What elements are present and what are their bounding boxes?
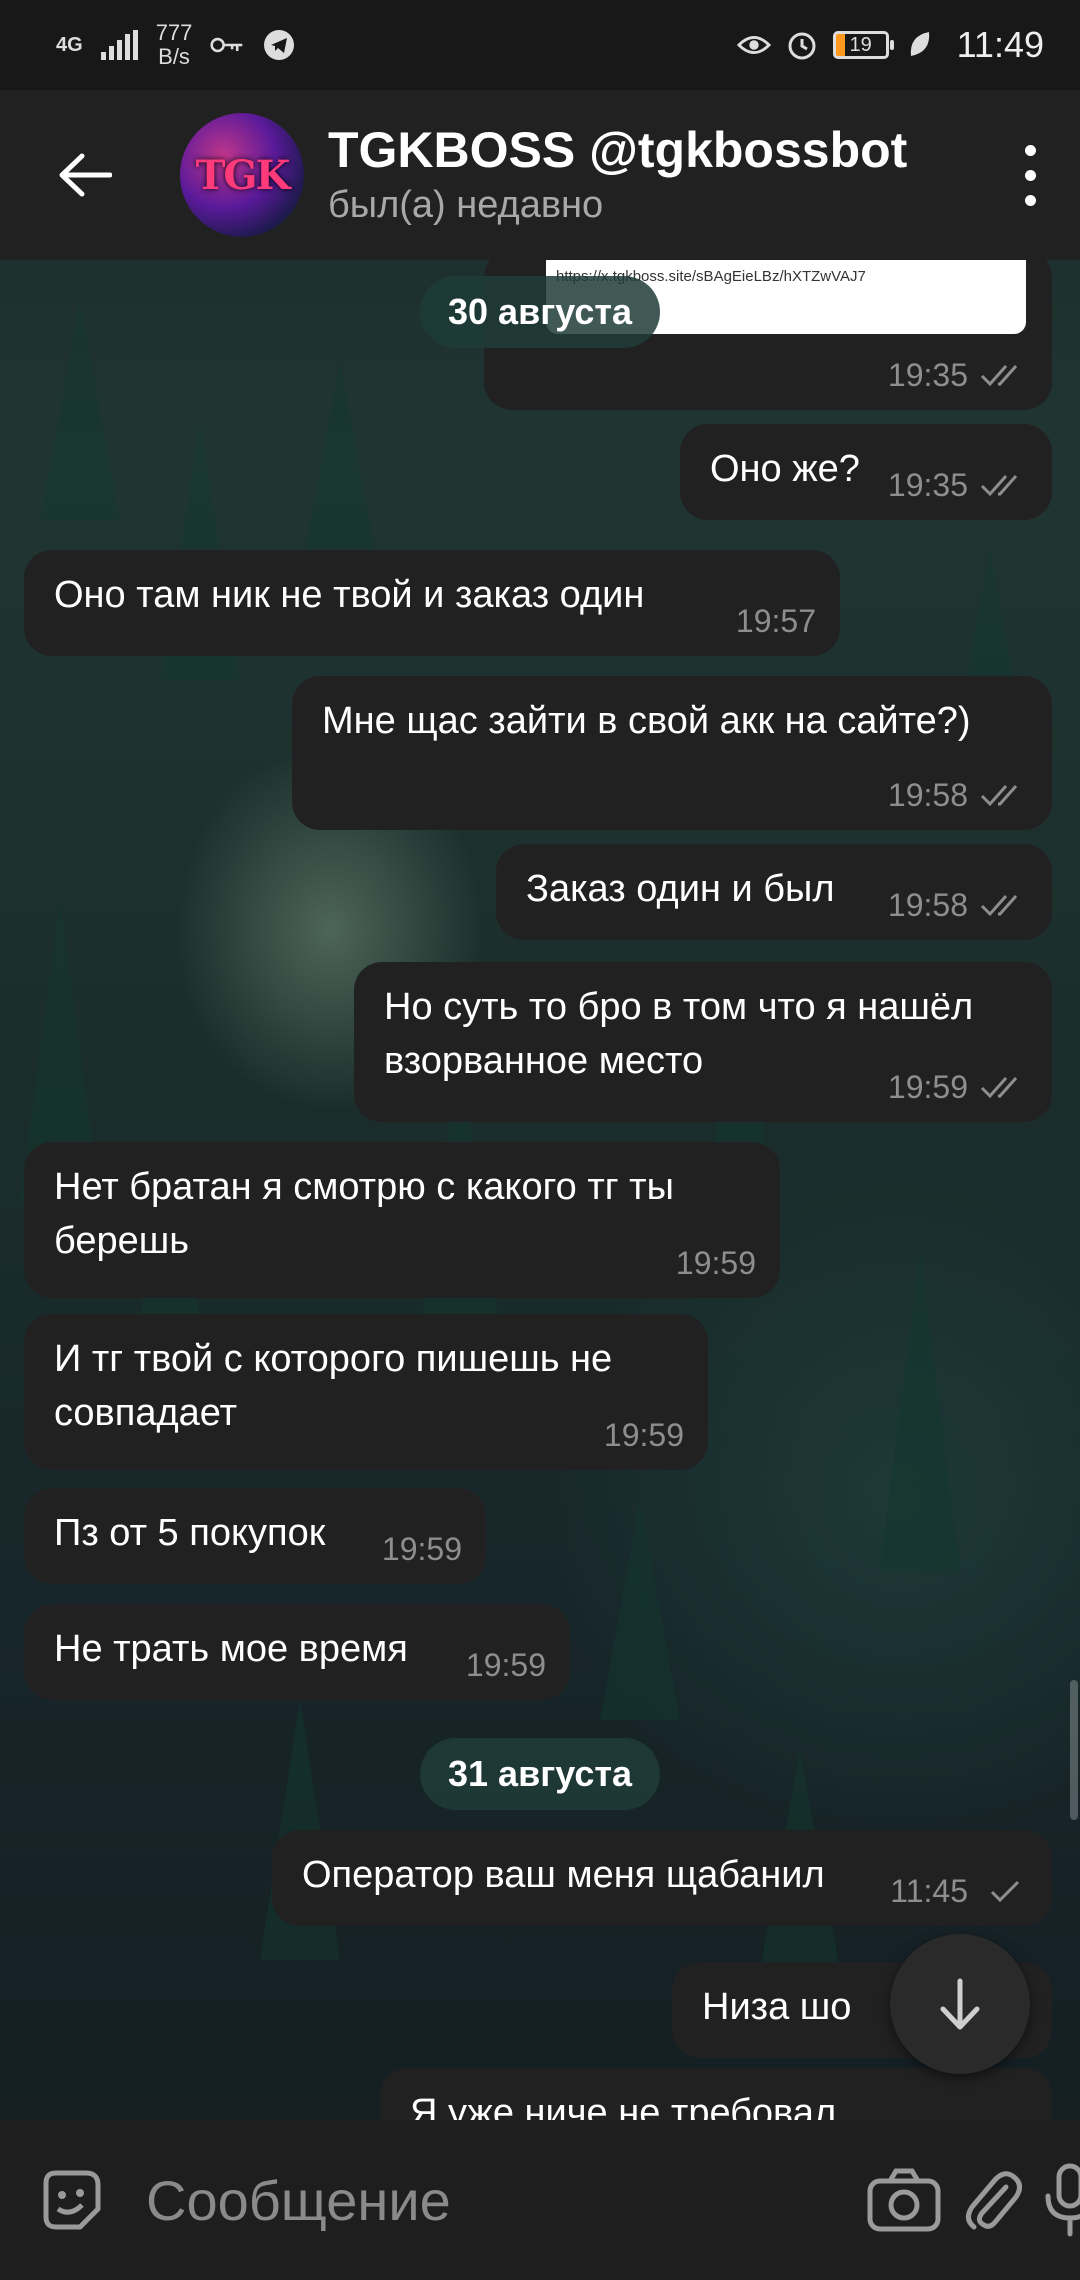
voice-record-button[interactable] (1042, 2155, 1080, 2245)
chat-info[interactable]: TGKBOSS @tgkbossbot был(а) недавно (328, 120, 907, 230)
date-separator: 31 августа (420, 1738, 660, 1810)
dot-icon (1024, 144, 1036, 156)
message-meta: 19:59 (888, 1060, 1030, 1114)
message-time: 19:58 (887, 777, 968, 813)
message-meta: 19:59 (676, 1236, 756, 1290)
message-time: 19:59 (603, 1417, 684, 1453)
sticker-icon (43, 2170, 101, 2230)
message-text: Мне щас зайти в свой акк на сайте?) (322, 700, 971, 742)
double-check-icon (980, 895, 1018, 917)
double-check-icon (980, 475, 1018, 497)
eye-icon (736, 28, 771, 62)
avatar[interactable]: TGK (180, 113, 304, 237)
chat-header: TGK TGKBOSS @tgkbossbot был(а) недавно (0, 90, 1080, 260)
battery-icon: 19 (832, 31, 894, 59)
message-meta: 19:59 (382, 1522, 462, 1576)
message-bubble-in[interactable]: Оно там ник не твой и заказ один 19:57 (24, 550, 840, 656)
leaf-icon (903, 28, 937, 62)
scrollbar[interactable] (1070, 1680, 1078, 1820)
double-check-icon (980, 785, 1018, 807)
camera-icon (867, 2168, 941, 2232)
message-meta: 19:59 (466, 1638, 546, 1692)
paperclip-icon (966, 2171, 1022, 2230)
message-text: Низа шо (702, 1986, 852, 2028)
check-icon (990, 1880, 1020, 1903)
message-text: И тг твой с которого пишешь не совпадает (54, 1338, 613, 1434)
message-meta: 11:45 (890, 1864, 1030, 1918)
last-seen-status: был(а) недавно (328, 184, 604, 226)
message-time: 19:59 (465, 1647, 546, 1683)
telegram-icon (262, 28, 296, 62)
message-time: 19:59 (887, 1069, 968, 1105)
network-type: 4G (56, 34, 83, 56)
message-text: Пз от 5 покупок (54, 1512, 326, 1554)
clock: 11:49 (956, 24, 1044, 65)
message-input[interactable] (146, 2167, 866, 2233)
message-meta: 19:35 (888, 348, 1030, 402)
dot-icon (1024, 194, 1036, 206)
message-time: 11:45 (890, 1873, 968, 1909)
camera-button[interactable] (866, 2155, 942, 2245)
message-bubble-out[interactable]: Заказ один и был 19:58 (496, 844, 1052, 940)
avatar-logo: TGK (195, 151, 291, 199)
more-menu-button[interactable] (980, 90, 1080, 260)
chat-title: TGKBOSS @tgkbossbot (328, 122, 908, 178)
message-bubble-out[interactable]: Оно же? 19:35 (680, 424, 1052, 520)
double-check-icon (980, 1077, 1018, 1099)
message-text: Заказ один и был (526, 868, 835, 910)
message-bubble-in[interactable]: И тг твой с которого пишешь не совпадает… (24, 1314, 708, 1470)
dot-icon (1024, 169, 1036, 181)
message-text: Оператор ваш меня щабанил (302, 1854, 825, 1896)
message-meta: 19:58 (888, 768, 1030, 822)
message-time: 19:59 (381, 1531, 462, 1567)
date-separator: 30 августа (420, 276, 660, 348)
message-meta: 19:57 (736, 594, 816, 648)
network-speed-unit: B/s (158, 44, 190, 69)
attach-button[interactable] (962, 2155, 1022, 2245)
message-time: 19:57 (735, 603, 816, 639)
message-bubble-out[interactable]: Оператор ваш меня щабанил 11:45 (272, 1830, 1052, 1926)
message-time: 19:35 (887, 467, 968, 503)
network-speed: 777 B/s (156, 21, 193, 69)
message-bubble-in[interactable]: Нет братан я смотрю с какого тг ты береш… (24, 1142, 780, 1298)
message-meta: 19:58 (888, 878, 1030, 932)
double-check-icon (980, 365, 1018, 387)
message-bubble-in[interactable]: Не трать мое время 19:59 (24, 1604, 570, 1700)
back-button[interactable] (0, 90, 170, 260)
message-bubble-out[interactable]: Но суть то бро в том что я нашёл взорван… (354, 962, 1052, 1122)
microphone-icon (1045, 2163, 1080, 2237)
message-meta: 19:35 (888, 458, 1030, 512)
emoji-sticker-button[interactable] (36, 2155, 106, 2245)
message-time: 19:58 (887, 887, 968, 923)
message-composer (0, 2120, 1080, 2280)
message-text: Не трать мое время (54, 1628, 408, 1670)
message-text: Нет братан я смотрю с какого тг ты береш… (54, 1166, 674, 1262)
status-bar: 4G 777 B/s 19 11:49 (0, 0, 1080, 90)
arrow-down-icon (940, 1978, 980, 2030)
arrow-left-icon (59, 153, 112, 197)
message-time: 19:35 (887, 357, 968, 393)
message-bubble-in[interactable]: Пз от 5 покупок 19:59 (24, 1488, 486, 1584)
vpn-key-icon (210, 28, 244, 62)
scroll-down-button[interactable] (890, 1934, 1030, 2074)
message-bubble-out[interactable]: Мне щас зайти в свой акк на сайте?) 19:5… (292, 676, 1052, 830)
message-text: Оно там ник не твой и заказ один (54, 574, 645, 616)
message-time: 19:59 (675, 1245, 756, 1281)
signal-icon (100, 30, 138, 60)
message-text: Оно же? (710, 448, 860, 490)
alarm-icon (785, 28, 819, 62)
network-speed-value: 777 (155, 20, 193, 45)
message-text: Но суть то бро в том что я нашёл взорван… (384, 986, 974, 1082)
message-meta: 19:59 (604, 1408, 684, 1462)
